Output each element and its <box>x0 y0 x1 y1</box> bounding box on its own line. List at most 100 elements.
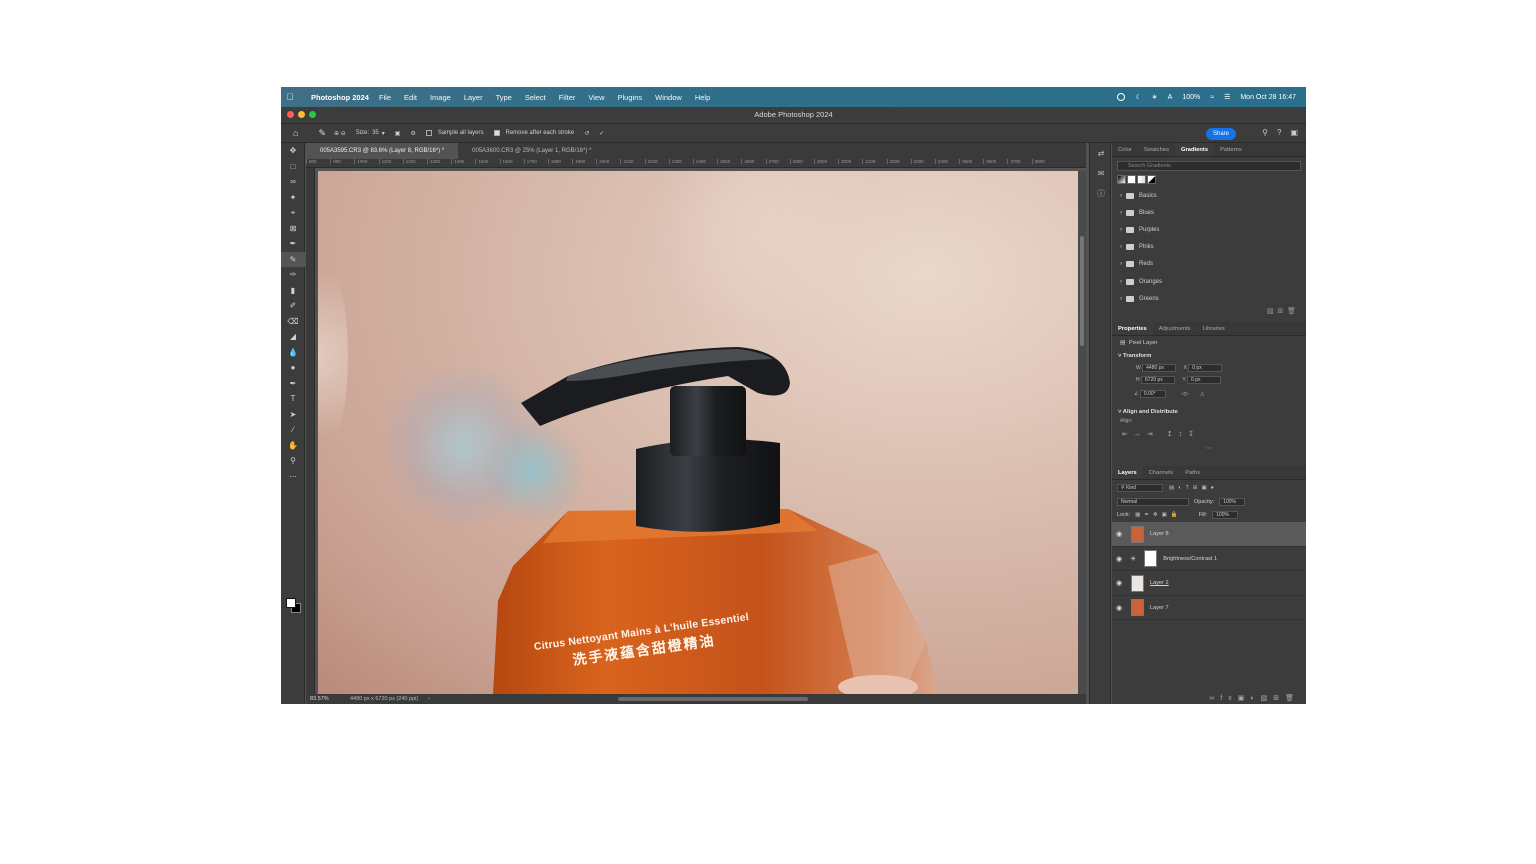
align-section-title[interactable]: ˅ Align and Distribute <box>1112 406 1306 418</box>
menu-type[interactable]: Type <box>496 93 512 102</box>
layer-row[interactable]: ◉ ☀ Brightness/Contrast 1 <box>1112 547 1306 572</box>
new-layer-icon[interactable]: ⊞ <box>1273 695 1285 702</box>
scrollbar-thumb[interactable] <box>1080 236 1084 346</box>
document-canvas[interactable]: Citrus Nettoyant Mains à L'huile Essenti… <box>318 171 1078 695</box>
layer-name[interactable]: Layer 2 <box>1150 580 1169 586</box>
menu-select[interactable]: Select <box>525 93 546 102</box>
folder-blues[interactable]: › Blues <box>1112 204 1306 221</box>
app-menu[interactable]: Photoshop 2024 <box>311 93 369 102</box>
path-select-tool-icon[interactable]: ➤ <box>281 407 305 423</box>
width-field[interactable]: 4480 px <box>1142 364 1177 373</box>
chevron-down-icon[interactable]: ▾ <box>382 130 385 137</box>
gradient-tool-icon[interactable]: ◢ <box>281 329 305 345</box>
layer-row[interactable]: ◉ Layer 2 <box>1112 571 1306 596</box>
workspace-icon[interactable]: ▣ <box>1290 128 1298 137</box>
delete-layer-icon[interactable]: 🗑 <box>1285 695 1300 702</box>
moon-icon[interactable]: ☾ <box>1135 93 1141 101</box>
zoom-level[interactable]: 83.57% <box>306 694 342 704</box>
eraser-tool-icon[interactable]: ⌫ <box>281 314 305 330</box>
menu-filter[interactable]: Filter <box>559 93 576 102</box>
history-panel-icon[interactable]: ⇄ <box>1090 143 1112 163</box>
gradient-swatch[interactable] <box>1137 175 1146 184</box>
quick-select-tool-icon[interactable]: ✦ <box>281 190 305 206</box>
tab-properties[interactable]: Properties <box>1112 322 1153 336</box>
dodge-tool-icon[interactable]: ● <box>281 360 305 376</box>
opacity-field[interactable]: 100% <box>1219 498 1246 507</box>
more-tools-icon[interactable]: ⋯ <box>281 469 305 485</box>
tab-gradients[interactable]: Gradients <box>1175 143 1215 156</box>
tab-color[interactable]: Color <box>1112 143 1138 156</box>
transform-section-title[interactable]: ˅ Transform <box>1112 350 1306 362</box>
folder-purples[interactable]: › Purples <box>1112 221 1306 238</box>
crop-tool-icon[interactable]: ⌖ <box>281 205 305 221</box>
flip-horizontal-icon[interactable]: ◁▷ <box>1181 391 1189 397</box>
remove-after-stroke-checkbox[interactable] <box>493 130 500 136</box>
blur-tool-icon[interactable]: 💧 <box>281 345 305 361</box>
foreground-color-swatch[interactable] <box>286 598 296 608</box>
layer-row[interactable]: ◉ Layer 7 <box>1112 596 1306 621</box>
group-icon[interactable]: ▧ <box>1261 695 1274 702</box>
align-top-icon[interactable]: ↥ <box>1167 431 1179 438</box>
gear-icon[interactable]: ⚙ <box>410 130 415 137</box>
zoom-tool-icon[interactable]: ⚲ <box>281 453 305 469</box>
menu-image[interactable]: Image <box>430 93 451 102</box>
blend-mode-select[interactable]: Normal <box>1117 498 1189 507</box>
fill-field[interactable]: 100% <box>1212 511 1239 520</box>
tab-document-2[interactable]: 005A3600.CR3 @ 25% (Layer 1, RGB/16*) * <box>458 143 605 159</box>
type-tool-icon[interactable]: T <box>281 391 305 407</box>
text-input-icon[interactable]: A <box>1168 94 1173 101</box>
info-icon[interactable]: ⓘ <box>1090 183 1112 203</box>
eye-icon[interactable]: ◉ <box>1112 555 1126 563</box>
height-field[interactable]: 6720 px <box>1141 376 1176 385</box>
eye-icon[interactable]: ◉ <box>1112 604 1126 612</box>
folder-reds[interactable]: › Reds <box>1112 256 1306 273</box>
menu-layer[interactable]: Layer <box>464 93 483 102</box>
new-folder-icon[interactable]: ▧ <box>1267 308 1274 315</box>
angle-field[interactable]: 0.00° <box>1139 390 1166 399</box>
pen-tool-icon[interactable]: ✒ <box>281 376 305 392</box>
align-right-icon[interactable]: ⇥ <box>1147 431 1159 438</box>
folder-pinks[interactable]: › Pinks <box>1112 239 1306 256</box>
layer-name[interactable]: Layer 8 <box>1150 531 1169 537</box>
horizontal-scrollbar[interactable] <box>618 697 808 701</box>
trash-icon[interactable]: 🗑 <box>1287 308 1296 315</box>
hand-tool-icon[interactable]: ✋ <box>281 438 305 454</box>
layer-kind-filter[interactable]: ⚲ Kind <box>1117 484 1163 493</box>
remove-tool-icon[interactable]: ✎ <box>318 128 326 139</box>
tab-libraries[interactable]: Libraries <box>1197 322 1231 335</box>
menu-file[interactable]: File <box>379 93 391 102</box>
apple-icon[interactable]:  <box>281 92 299 102</box>
eye-icon[interactable]: ◉ <box>1112 530 1126 538</box>
new-gradient-icon[interactable]: ⊞ <box>1277 308 1283 315</box>
lock-icons[interactable]: ▦✒✥▣🔒 <box>1135 512 1181 518</box>
checkmark-icon[interactable]: ✓ <box>599 130 604 137</box>
comments-icon[interactable]: ✉ <box>1090 163 1112 183</box>
healing-tool-icon[interactable]: ✎ <box>281 251 305 267</box>
tab-layers[interactable]: Layers <box>1112 466 1143 480</box>
align-bottom-icon[interactable]: ↧ <box>1188 431 1200 438</box>
tab-paths[interactable]: Paths <box>1179 466 1206 479</box>
gradient-swatch[interactable] <box>1127 175 1136 184</box>
menu-window[interactable]: Window <box>655 93 682 102</box>
align-middle-icon[interactable]: ↕ <box>1179 431 1189 438</box>
move-tool-icon[interactable]: ✥ <box>281 143 305 159</box>
adjustment-layer-icon[interactable]: ◐ <box>1250 695 1260 702</box>
record-icon[interactable] <box>1117 93 1126 101</box>
tab-patterns[interactable]: Patterns <box>1214 143 1248 156</box>
mask-icon[interactable]: ▣ <box>1238 695 1251 702</box>
help-icon[interactable]: ? <box>1277 128 1281 137</box>
remove-after-stroke-option[interactable]: Remove after each stroke <box>493 130 574 136</box>
flip-vertical-icon[interactable]: △ <box>1200 391 1204 397</box>
undo-icon[interactable]: ↺ <box>584 130 589 137</box>
control-center-icon[interactable]: ☰ <box>1224 93 1230 101</box>
size-value[interactable]: 35 <box>372 130 379 136</box>
wifi-icon[interactable]: ≈ <box>1210 94 1214 101</box>
eyedropper-tool-icon[interactable]: ✒ <box>281 236 305 252</box>
frame-tool-icon[interactable]: ⊠ <box>281 221 305 237</box>
bluetooth-icon[interactable]: ∗ <box>1152 93 1158 101</box>
search-icon[interactable]: ⚲ <box>1262 128 1268 137</box>
menu-help[interactable]: Help <box>695 93 710 102</box>
menu-plugins[interactable]: Plugins <box>618 93 643 102</box>
home-icon[interactable]: ⌂ <box>293 128 298 138</box>
tab-swatches[interactable]: Swatches <box>1138 143 1175 156</box>
